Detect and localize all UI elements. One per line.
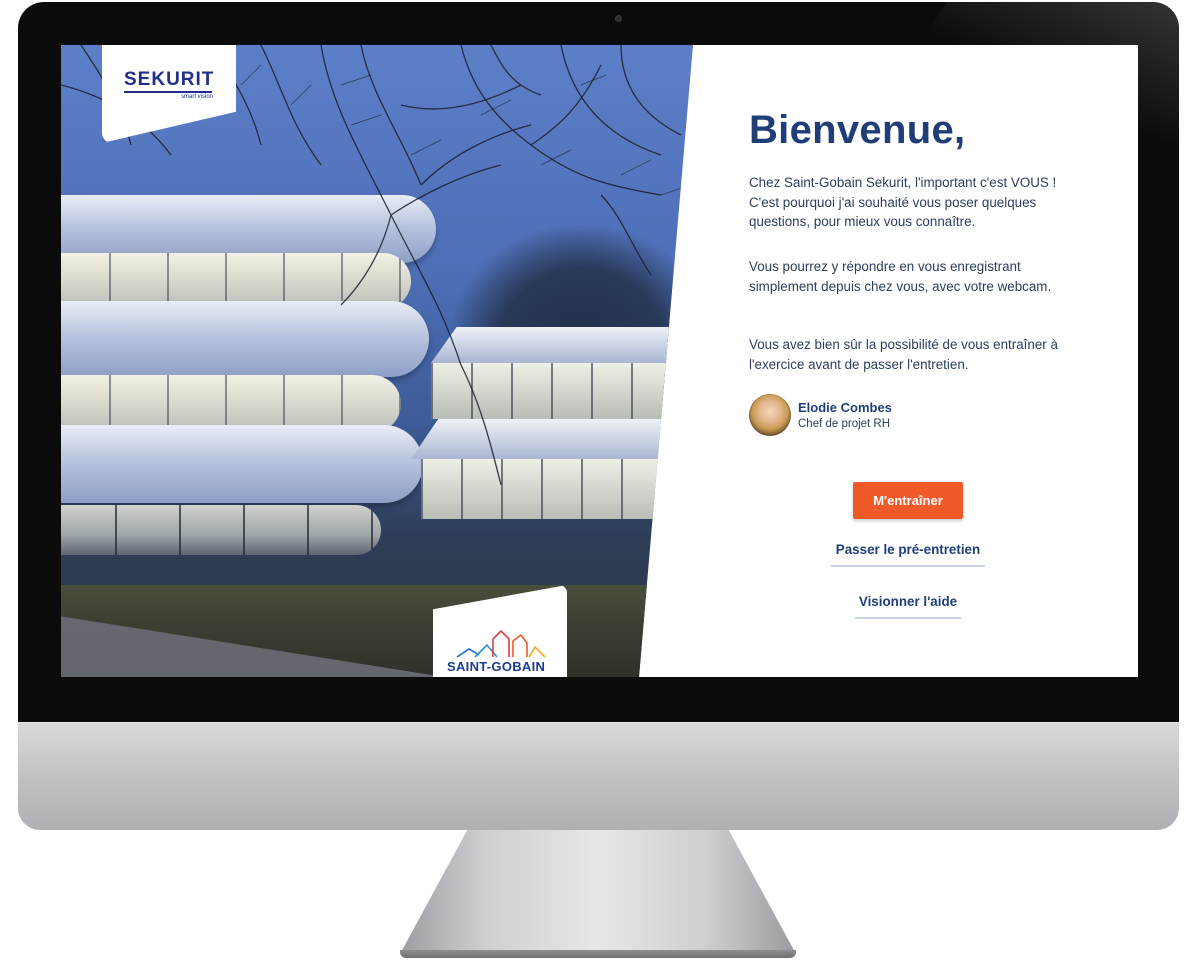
screen: SEKURIT smart vision SAINT-GOBAIN Bienve… [61,45,1138,677]
webcam-dot [615,15,622,22]
sekurit-logo-text: SEKURIT [124,69,215,90]
monitor-stand [400,830,796,954]
monitor-chin [18,722,1179,830]
recruiter-role: Chef de projet RH [798,418,891,430]
monitor-stand-foot [400,950,796,958]
practice-button[interactable]: M'entraîner [853,482,963,519]
imac-mockup: SEKURIT smart vision SAINT-GOBAIN Bienve… [0,0,1190,960]
avatar [749,394,791,436]
recruiter-card: Elodie Combes Chef de projet RH [749,394,1009,440]
welcome-paragraph-intro: Chez Saint-Gobain Sekurit, l'important c… [749,175,1057,229]
sekurit-logo-tagline: smart vision [181,94,214,100]
sekurit-logo-rule [124,91,212,93]
saint-gobain-logo-text: SAINT-GOBAIN [447,659,546,674]
welcome-panel: Bienvenue, Chez Saint-Gobain Sekurit, l'… [749,45,1138,677]
hero-photo: SEKURIT smart vision SAINT-GOBAIN [61,45,693,677]
welcome-title: Bienvenue, [749,108,966,152]
saint-gobain-skyline-icon [456,629,546,658]
help-video-link[interactable]: Visionner l'aide [855,594,961,619]
welcome-paragraph-webcam: Vous pourrez y répondre en vous enregist… [749,259,1052,294]
recruiter-name: Elodie Combes [798,400,892,415]
tree-branches [61,45,692,486]
welcome-paragraph-practice: Vous avez bien sûr la possibilité de vou… [749,337,1058,372]
pre-interview-link[interactable]: Passer le pré-entretien [831,542,985,567]
